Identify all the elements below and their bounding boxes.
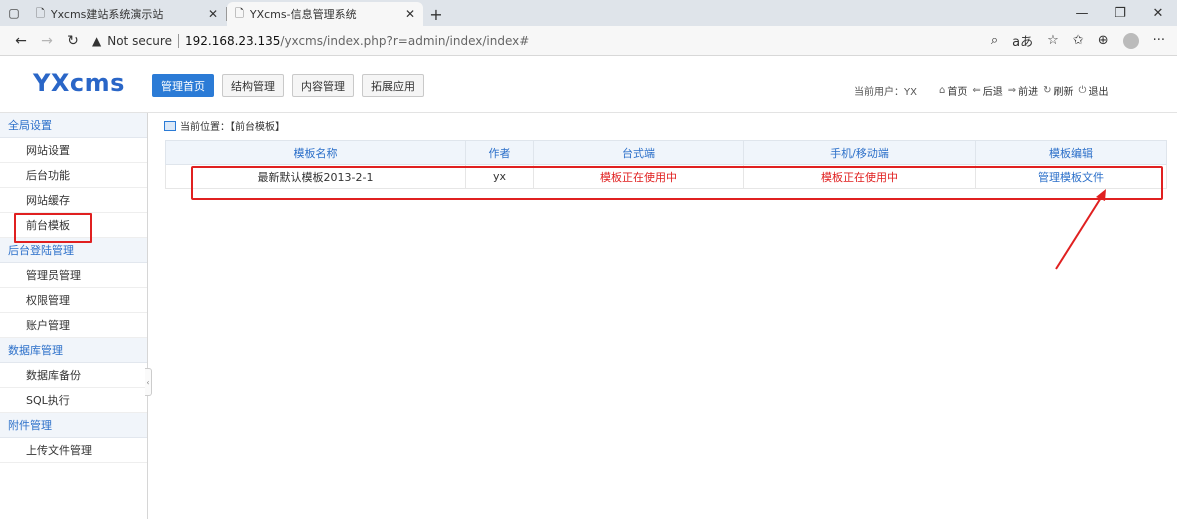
sidebar-item-site-cache[interactable]: 网站缓存 (0, 188, 147, 213)
refresh-link-label: 刷新 (1053, 87, 1074, 98)
refresh-link[interactable]: ↻ 刷新 (1043, 83, 1073, 98)
read-aloud-icon[interactable]: aあ (1012, 31, 1033, 50)
template-table: 模板名称 作者 台式端 手机/移动端 模板编辑 最新默认模板2013-2-1 y… (165, 140, 1167, 189)
tab-title: Yxcms建站系统演示站 (50, 8, 164, 21)
sidebar-group-database[interactable]: 数据库管理 (0, 338, 147, 363)
sidebar: 全局设置 网站设置 后台功能 网站缓存 前台模板 后台登陆管理 管理员管理 权限… (0, 113, 148, 519)
home-link-label: 首页 (947, 87, 968, 98)
cell-desktop-status: 模板正在使用中 (533, 164, 744, 189)
nav-content-button[interactable]: 内容管理 (292, 74, 354, 97)
sidebar-item-permissions[interactable]: 权限管理 (0, 288, 147, 313)
refresh-icon: ↻ (1043, 85, 1052, 96)
col-desktop: 台式端 (533, 140, 744, 165)
window-controls: — ❐ ✕ (1063, 0, 1177, 26)
current-user: 当前用户：YX (854, 87, 917, 98)
tab-actions-icon[interactable]: ▢ (0, 0, 28, 26)
sidebar-item-admins[interactable]: 管理员管理 (0, 263, 147, 288)
table-row: 最新默认模板2013-2-1 yx 模板正在使用中 模板正在使用中 管理模板文件 (165, 164, 1167, 189)
logout-link[interactable]: ⏻ 退出 (1079, 83, 1109, 98)
sidebar-item-frontend-template[interactable]: 前台模板 (0, 213, 147, 243)
forward-link-label: 前进 (1018, 87, 1039, 98)
url-host: 192.168.23.135 (184, 33, 281, 48)
site-logo[interactable]: YXcms (33, 69, 125, 97)
home-icon: ⌂ (939, 85, 946, 96)
forward-arrow-icon: ⇒ (1007, 85, 1017, 96)
sidebar-item-db-backup[interactable]: 数据库备份 (0, 363, 147, 388)
cell-author: yx (465, 164, 534, 189)
close-tab-icon[interactable]: ✕ (208, 7, 218, 21)
favorite-add-icon[interactable]: ☆ (1047, 33, 1059, 48)
location-icon (164, 120, 176, 131)
breadcrumb: 当前位置：【前台模板】 (164, 118, 285, 133)
warning-icon: ▲ (92, 33, 102, 48)
close-tab-icon[interactable]: ✕ (405, 7, 415, 21)
table-header-row: 模板名称 作者 台式端 手机/移动端 模板编辑 (165, 140, 1167, 165)
back-arrow-icon: ⇐ (972, 85, 981, 96)
security-label: Not secure (107, 33, 172, 48)
more-icon[interactable]: ··· (1153, 33, 1165, 48)
url-divider (177, 33, 179, 48)
sidebar-item-sql-exec[interactable]: SQL执行 (0, 388, 147, 413)
collections-icon[interactable]: ⊕ (1098, 33, 1109, 48)
browser-tab-1[interactable]: 🗋 Yxcms建站系统演示站 ✕ (28, 2, 226, 26)
col-edit: 模板编辑 (975, 140, 1167, 165)
profile-avatar[interactable] (1122, 32, 1139, 49)
sidebar-collapse-handle[interactable]: ‹ (145, 368, 152, 396)
logout-link-label: 退出 (1088, 87, 1109, 98)
search-icon[interactable]: ⌕ (991, 33, 998, 48)
col-author: 作者 (465, 140, 534, 165)
cell-mobile-status: 模板正在使用中 (743, 164, 976, 189)
browser-tab-bar: ▢ 🗋 Yxcms建站系统演示站 ✕ 🗋 YXcms-信息管理系统 ✕ + — … (0, 0, 1177, 26)
browser-actions: ⌕ aあ ☆ ✩ ⊕ ··· (991, 31, 1165, 50)
tab-title: YXcms-信息管理系统 (249, 8, 357, 21)
address-toolbar: ← → ↻ ▲ Not secure 192.168.23.135/yxcms/… (0, 26, 1177, 56)
close-window-icon[interactable]: ✕ (1139, 0, 1177, 26)
power-icon: ⏻ (1078, 85, 1087, 96)
back-icon[interactable]: ← (8, 28, 34, 54)
col-template-name: 模板名称 (165, 140, 466, 165)
browser-tab-2[interactable]: 🗋 YXcms-信息管理系统 ✕ (227, 2, 423, 26)
sidebar-item-uploads[interactable]: 上传文件管理 (0, 438, 147, 463)
nav-extend-button[interactable]: 拓展应用 (362, 74, 424, 97)
page-icon: 🗋 (235, 6, 244, 20)
page-icon: 🗋 (36, 6, 45, 20)
sidebar-group-attachments[interactable]: 附件管理 (0, 413, 147, 438)
back-link[interactable]: ⇐ 后退 (972, 83, 1002, 98)
reload-icon[interactable]: ↻ (60, 28, 86, 54)
forward-link[interactable]: ⇒ 前进 (1008, 83, 1038, 98)
minimize-icon[interactable]: — (1063, 0, 1101, 26)
new-tab-button[interactable]: + (423, 2, 449, 26)
sidebar-item-accounts[interactable]: 账户管理 (0, 313, 147, 338)
back-link-label: 后退 (982, 87, 1003, 98)
home-link[interactable]: ⌂ 首页 (939, 83, 967, 98)
sidebar-group-global[interactable]: 全局设置 (0, 113, 147, 138)
favorites-icon[interactable]: ✩ (1073, 33, 1084, 48)
sidebar-item-site-settings[interactable]: 网站设置 (0, 138, 147, 163)
restore-icon[interactable]: ❐ (1101, 0, 1139, 26)
url-path: /yxcms/index.php?r=admin/index/index# (280, 33, 530, 48)
cell-template-name: 最新默认模板2013-2-1 (165, 164, 466, 189)
site-header: YXcms 管理首页 结构管理 内容管理 拓展应用 当前用户：YX ⌂ 首页 ⇐ 后… (0, 57, 1177, 113)
url-field[interactable]: ▲ Not secure 192.168.23.135/yxcms/index.… (92, 30, 991, 52)
annotation-arrow (1055, 189, 1106, 270)
nav-structure-button[interactable]: 结构管理 (222, 74, 284, 97)
sidebar-item-admin-functions[interactable]: 后台功能 (0, 163, 147, 188)
quick-links: ⌂ 首页 ⇐ 后退 ⇒ 前进 ↻ 刷新 ⏻ 退出 (939, 83, 1108, 98)
top-nav: 管理首页 结构管理 内容管理 拓展应用 (152, 74, 424, 97)
nav-home-button[interactable]: 管理首页 (152, 74, 214, 97)
forward-icon[interactable]: → (34, 28, 60, 54)
breadcrumb-text: 当前位置：【前台模板】 (180, 122, 285, 133)
col-mobile: 手机/移动端 (743, 140, 976, 165)
